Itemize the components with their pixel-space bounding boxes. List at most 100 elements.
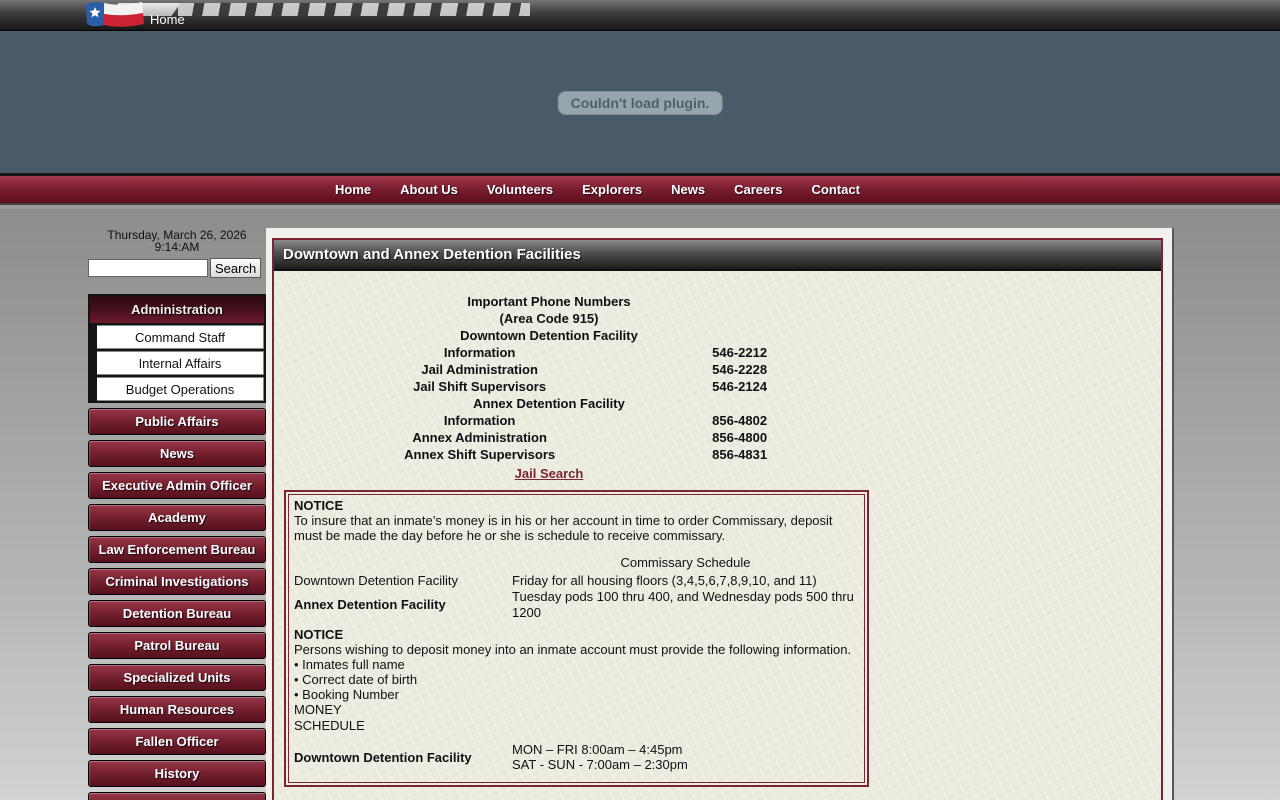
- commissary-schedule-table: Commissary Schedule Downtown Detention F…: [294, 555, 859, 621]
- notice-text: Persons wishing to deposit money into an…: [294, 642, 852, 657]
- table-row: Information 546-2212: [289, 344, 809, 361]
- sidebar-item-human-resources[interactable]: Human Resources: [88, 696, 266, 723]
- header-banner: Couldn't load plugin.: [0, 31, 1280, 173]
- table-row: Annex Detention Facility Tuesday pods 10…: [294, 589, 859, 621]
- main-content-box: Downtown and Annex Detention Facilities …: [272, 238, 1163, 800]
- sidebar-item-budget-operations[interactable]: Budget Operations: [90, 375, 264, 401]
- search-button[interactable]: Search: [210, 258, 262, 278]
- sub-item-strip: [90, 351, 97, 375]
- facility-name: Annex Detention Facility: [294, 597, 446, 612]
- search-bar: Search: [88, 258, 266, 278]
- sub-item-label: Command Staff: [97, 325, 264, 349]
- notice-title: NOTICE: [294, 498, 344, 513]
- stripe-decoration-slashes: [178, 3, 530, 16]
- phone-label: Information: [443, 413, 516, 428]
- main-navbar: Home About Us Volunteers Explorers News …: [0, 173, 1280, 205]
- facility-hours: MON – FRI 8:00am – 4:45pm SAT - SUN - 7:…: [512, 742, 859, 772]
- nav-item-explorers[interactable]: Explorers: [582, 182, 642, 197]
- sidebar-menu: Administration Command Staff Internal Af…: [88, 294, 266, 800]
- phone-numbers-table: Important Phone Numbers (Area Code 915) …: [289, 293, 809, 463]
- facility-name: Downtown Detention Facility: [294, 749, 472, 765]
- facility-schedule: Tuesday pods 100 thru 400, and Wednesday…: [512, 589, 854, 620]
- notice-box-inner: NOTICE To insure that an inmate’s money …: [288, 494, 865, 783]
- sub-item-strip: [90, 325, 97, 349]
- sub-item-strip: [90, 377, 97, 401]
- commissary-schedule-heading: Commissary Schedule: [620, 555, 751, 570]
- notice-box: NOTICE To insure that an inmate’s money …: [284, 490, 869, 787]
- table-row: Downtown Detention Facility Friday for a…: [294, 573, 859, 589]
- bullet-item: • Inmates full name: [294, 657, 405, 672]
- table-row: Annex Administration 856-4800: [289, 429, 809, 446]
- notice-title: NOTICE: [294, 627, 344, 642]
- main-area: Downtown and Annex Detention Facilities …: [266, 228, 1174, 800]
- sidebar-item-specialized-units[interactable]: Specialized Units: [88, 664, 266, 691]
- sidebar-item-criminal-investigations[interactable]: Criminal Investigations: [88, 568, 266, 595]
- texas-flag-icon: [86, 2, 144, 27]
- table-row: Jail Shift Supervisors 546-2124: [289, 378, 809, 395]
- nav-item-news[interactable]: News: [671, 182, 705, 197]
- sidebar-item-executive-admin-officer[interactable]: Executive Admin Officer: [88, 472, 266, 499]
- table-row: Downtown Detention Facility MON – FRI 8:…: [294, 742, 859, 772]
- notice-text: To insure that an inmate’s money is in h…: [294, 513, 833, 543]
- phone-number: 856-4831: [712, 447, 768, 462]
- current-time: 9:14:AM: [154, 240, 200, 254]
- page-title: Downtown and Annex Detention Facilities: [283, 246, 581, 263]
- nav-item-contact[interactable]: Contact: [812, 182, 860, 197]
- sidebar: Thursday, March 26, 2026 9:14:AM Search …: [88, 229, 266, 800]
- money-label: MONEY: [294, 702, 342, 717]
- phone-label: Annex Shift Supervisors: [404, 447, 556, 462]
- area-code-heading: (Area Code 915): [499, 311, 599, 326]
- sidebar-item-command-staff[interactable]: Command Staff: [90, 323, 264, 349]
- phone-number: 856-4800: [712, 430, 768, 445]
- jail-search-link[interactable]: Jail Search: [515, 466, 584, 481]
- hours-weekday: MON – FRI 8:00am – 4:45pm: [512, 742, 683, 757]
- search-input[interactable]: [88, 259, 208, 277]
- plugin-error-message: Couldn't load plugin.: [557, 91, 723, 115]
- table-row: Information 856-4802: [289, 412, 809, 429]
- downtown-facility-heading: Downtown Detention Facility: [460, 328, 638, 343]
- phone-number: 546-2228: [712, 362, 768, 377]
- page-content: Important Phone Numbers (Area Code 915) …: [274, 271, 1161, 787]
- sidebar-item-detention-bureau[interactable]: Detention Bureau: [88, 600, 266, 627]
- nav-item-about-us[interactable]: About Us: [400, 182, 458, 197]
- sidebar-item-public-affairs[interactable]: Public Affairs: [88, 408, 266, 435]
- nav-item-home[interactable]: Home: [335, 182, 371, 197]
- phone-heading: Important Phone Numbers: [467, 294, 631, 309]
- schedule-label: SCHEDULE: [294, 718, 365, 733]
- jail-search-row: Jail Search: [289, 463, 809, 481]
- hours-weekend: SAT - SUN - 7:00am – 2:30pm: [512, 757, 688, 772]
- sidebar-item-patrol-bureau[interactable]: Patrol Bureau: [88, 632, 266, 659]
- phone-number: 546-2124: [712, 379, 768, 394]
- top-utility-bar: Home: [0, 0, 1280, 31]
- sidebar-item-law-enforcement-bureau[interactable]: Law Enforcement Bureau: [88, 536, 266, 563]
- top-home-link[interactable]: Home: [150, 12, 185, 27]
- sidebar-item-academy[interactable]: Academy: [88, 504, 266, 531]
- facility-schedule: Friday for all housing floors (3,4,5,6,7…: [512, 573, 817, 588]
- facility-name: Downtown Detention Facility: [294, 573, 459, 588]
- sidebar-item-administration[interactable]: Administration: [90, 296, 264, 323]
- phone-label: Annex Administration: [412, 430, 547, 445]
- annex-facility-heading: Annex Detention Facility: [473, 396, 625, 411]
- phone-number: 856-4802: [712, 413, 768, 428]
- sidebar-item-history[interactable]: History: [88, 760, 266, 787]
- page-background: Thursday, March 26, 2026 9:14:AM Search …: [0, 209, 1280, 800]
- table-row: Annex Shift Supervisors 856-4831: [289, 446, 809, 463]
- bullet-item: • Booking Number: [294, 687, 399, 702]
- sidebar-group-administration: Administration Command Staff Internal Af…: [88, 294, 266, 403]
- sub-item-label: Budget Operations: [97, 377, 264, 401]
- sidebar-item-internal-affairs[interactable]: Internal Affairs: [90, 349, 264, 375]
- table-row: Jail Administration 546-2228: [289, 361, 809, 378]
- nav-item-careers[interactable]: Careers: [734, 182, 782, 197]
- money-hours-table: Downtown Detention Facility MON – FRI 8:…: [294, 742, 859, 772]
- nav-item-volunteers[interactable]: Volunteers: [487, 182, 553, 197]
- phone-label: Jail Administration: [421, 362, 538, 377]
- phone-label: Information: [443, 345, 516, 360]
- page-title-bar: Downtown and Annex Detention Facilities: [274, 240, 1161, 271]
- sidebar-item-news[interactable]: News: [88, 440, 266, 467]
- sub-item-label: Internal Affairs: [97, 351, 264, 375]
- phone-label: Jail Shift Supervisors: [413, 379, 547, 394]
- sidebar-item-fallen-officer[interactable]: Fallen Officer: [88, 728, 266, 755]
- phone-number: 546-2212: [712, 345, 768, 360]
- sidebar-item-helpful-numbers[interactable]: Helpful Numbers: [88, 792, 266, 800]
- bullet-item: • Correct date of birth: [294, 672, 418, 687]
